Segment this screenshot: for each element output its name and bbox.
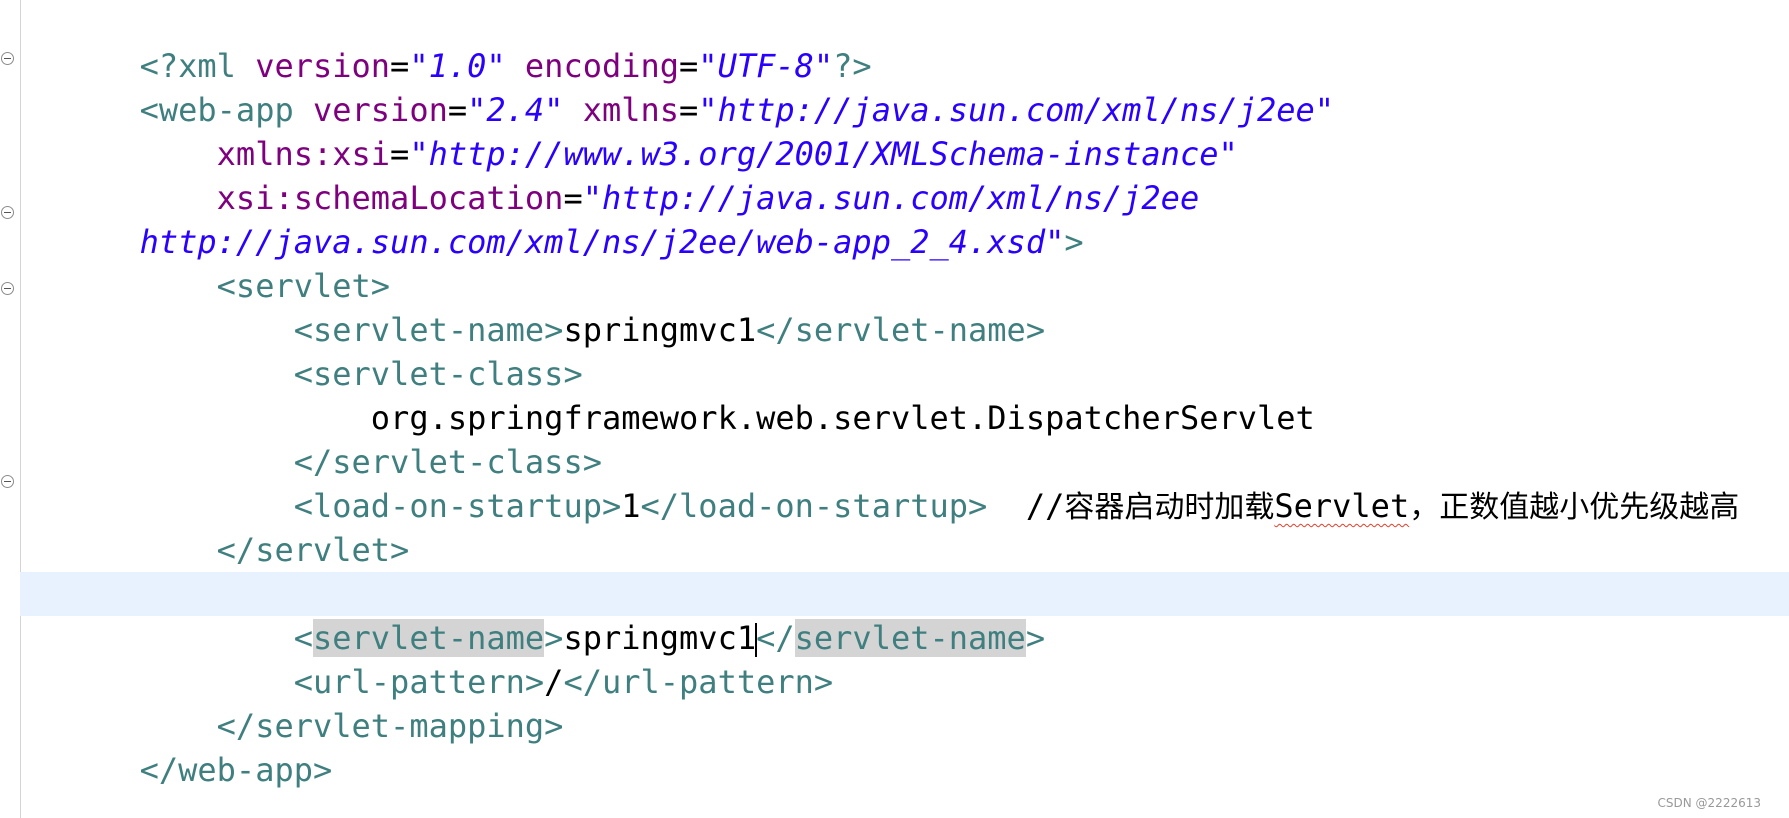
code-area[interactable]: <?xml version="1.0" encoding="UTF-8"?> <… — [20, 0, 1789, 789]
collapse-minus-icon[interactable] — [1, 475, 14, 488]
current-line[interactable]: <servlet-name>springmvc1</servlet-name> — [20, 572, 1789, 657]
code-line[interactable]: http://java.sun.com/xml/ns/j2ee/web-app_… — [24, 176, 1789, 261]
code-line[interactable]: <load-on-startup>1</load-on-startup> //容… — [24, 440, 1789, 525]
code-line[interactable]: <url-pattern>/</url-pattern> — [24, 616, 1789, 701]
xml-editor[interactable]: <?xml version="1.0" encoding="UTF-8"?> <… — [0, 0, 1789, 818]
collapse-minus-icon[interactable] — [1, 52, 14, 65]
collapse-minus-icon[interactable] — [1, 282, 14, 295]
code-line[interactable]: org.springframework.web.servlet.Dispatch… — [24, 352, 1789, 437]
code-line[interactable]: </servlet-class> — [24, 396, 1789, 481]
code-line[interactable]: <servlet> — [24, 220, 1789, 305]
code-line[interactable]: </servlet-mapping> — [24, 660, 1789, 745]
code-line[interactable]: </web-app> — [24, 704, 1789, 789]
code-line[interactable]: <web-app version="2.4" xmlns="http://jav… — [24, 44, 1789, 129]
code-line[interactable]: <servlet-mapping> — [24, 528, 1789, 613]
collapse-minus-icon[interactable] — [1, 206, 14, 219]
code-line[interactable]: xmlns:xsi="http://www.w3.org/2001/XMLSch… — [24, 88, 1789, 173]
watermark-text: CSDN @2222613 — [1657, 796, 1761, 810]
code-line[interactable]: <servlet-name>springmvc1</servlet-name> — [24, 264, 1789, 349]
code-line[interactable]: xsi:schemaLocation="http://java.sun.com/… — [24, 132, 1789, 217]
code-line[interactable]: <?xml version="1.0" encoding="UTF-8"?> — [24, 0, 1789, 85]
code-line[interactable]: <servlet-class> — [24, 308, 1789, 393]
code-line[interactable]: </servlet> — [24, 484, 1789, 569]
editor-gutter — [0, 0, 21, 818]
